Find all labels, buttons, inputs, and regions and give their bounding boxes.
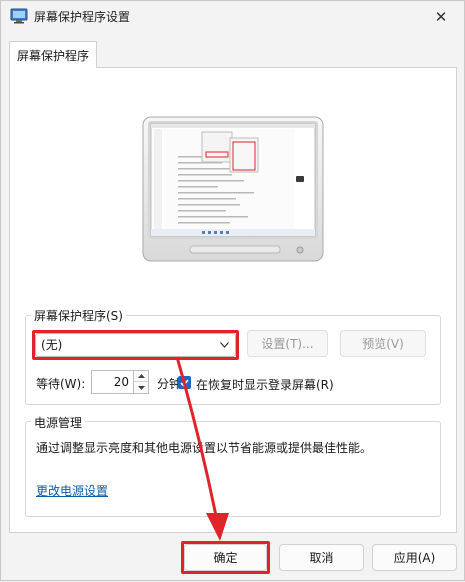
dialog-window: 屏幕保护程序设置 ✕ 屏幕保护程序 屏幕保护程序(S) (无) 设置(T)...… — [0, 0, 465, 581]
wait-label: 等待(W): — [36, 377, 86, 391]
resume-checkbox-label[interactable]: 在恢复时显示登录屏幕(R) — [196, 376, 334, 393]
settings-button[interactable]: 设置(T)... — [247, 330, 328, 357]
tab-label: 屏幕保护程序 — [16, 48, 89, 63]
settings-button-label: 设置(T)... — [261, 337, 314, 351]
close-icon: ✕ — [434, 7, 448, 26]
close-button[interactable]: ✕ — [418, 1, 464, 32]
preview-button[interactable]: 预览(V) — [340, 330, 426, 357]
apply-button-label: 应用(A) — [393, 551, 436, 565]
wait-spinner — [133, 370, 149, 394]
screensaver-group-label: 屏幕保护程序(S) — [31, 307, 126, 324]
window-title: 屏幕保护程序设置 — [34, 10, 131, 24]
wait-minutes-input[interactable]: 20 — [91, 370, 133, 394]
monitor-preview-icon — [142, 116, 324, 262]
spin-down-icon[interactable] — [134, 382, 148, 393]
cancel-button[interactable]: 取消 — [279, 544, 364, 571]
screensaver-app-icon — [10, 8, 28, 24]
tab-screensaver[interactable]: 屏幕保护程序 — [9, 41, 97, 68]
preview-button-label: 预览(V) — [362, 337, 404, 351]
change-power-settings-link[interactable]: 更改电源设置 — [36, 482, 108, 499]
ok-highlight-box — [181, 541, 270, 574]
power-description: 通过调整显示亮度和其他电源设置以节省能源或提供最佳性能。 — [36, 441, 373, 455]
checkmark-icon — [180, 378, 189, 387]
title-bar: 屏幕保护程序设置 ✕ — [1, 1, 464, 32]
power-group — [25, 421, 441, 517]
resume-checkbox[interactable] — [178, 376, 191, 389]
spin-up-icon[interactable] — [134, 371, 148, 382]
select-highlight-box — [32, 330, 239, 360]
cancel-button-label: 取消 — [309, 551, 334, 565]
power-group-label: 电源管理 — [31, 414, 86, 431]
apply-button[interactable]: 应用(A) — [372, 544, 457, 571]
